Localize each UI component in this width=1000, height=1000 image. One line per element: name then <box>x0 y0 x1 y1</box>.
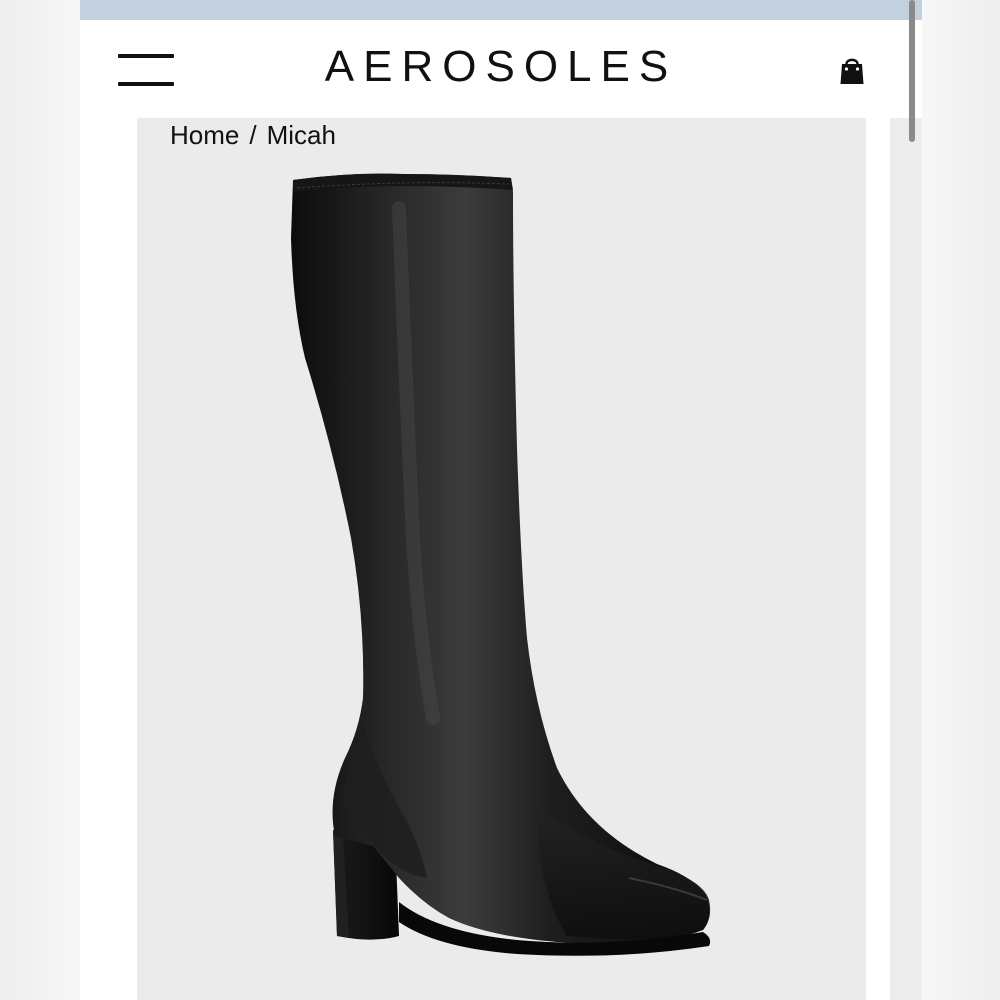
menu-button[interactable] <box>116 50 176 90</box>
next-product-image-peek[interactable] <box>890 118 922 1000</box>
cart-button[interactable] <box>832 50 872 90</box>
shopping-bag-icon <box>840 58 864 84</box>
site-header: AEROSOLES <box>80 20 922 118</box>
hamburger-menu-icon-bar <box>118 82 174 86</box>
promo-bar[interactable] <box>80 0 922 20</box>
brand-logo[interactable]: AEROSOLES <box>280 42 722 92</box>
hamburger-menu-icon <box>118 54 174 58</box>
breadcrumb-separator: / <box>249 120 257 150</box>
breadcrumb: Home / Micah <box>170 120 336 150</box>
background-left <box>0 0 80 1000</box>
breadcrumb-current: Micah <box>266 120 336 150</box>
scrollbar-thumb[interactable] <box>909 0 915 142</box>
breadcrumb-home-link[interactable]: Home <box>170 120 239 150</box>
background-right <box>922 0 1000 1000</box>
mobile-page: AEROSOLES Home / Micah <box>80 0 922 1000</box>
knee-high-boot-image <box>291 173 711 956</box>
product-image-gallery[interactable]: Home / Micah <box>137 118 866 1000</box>
